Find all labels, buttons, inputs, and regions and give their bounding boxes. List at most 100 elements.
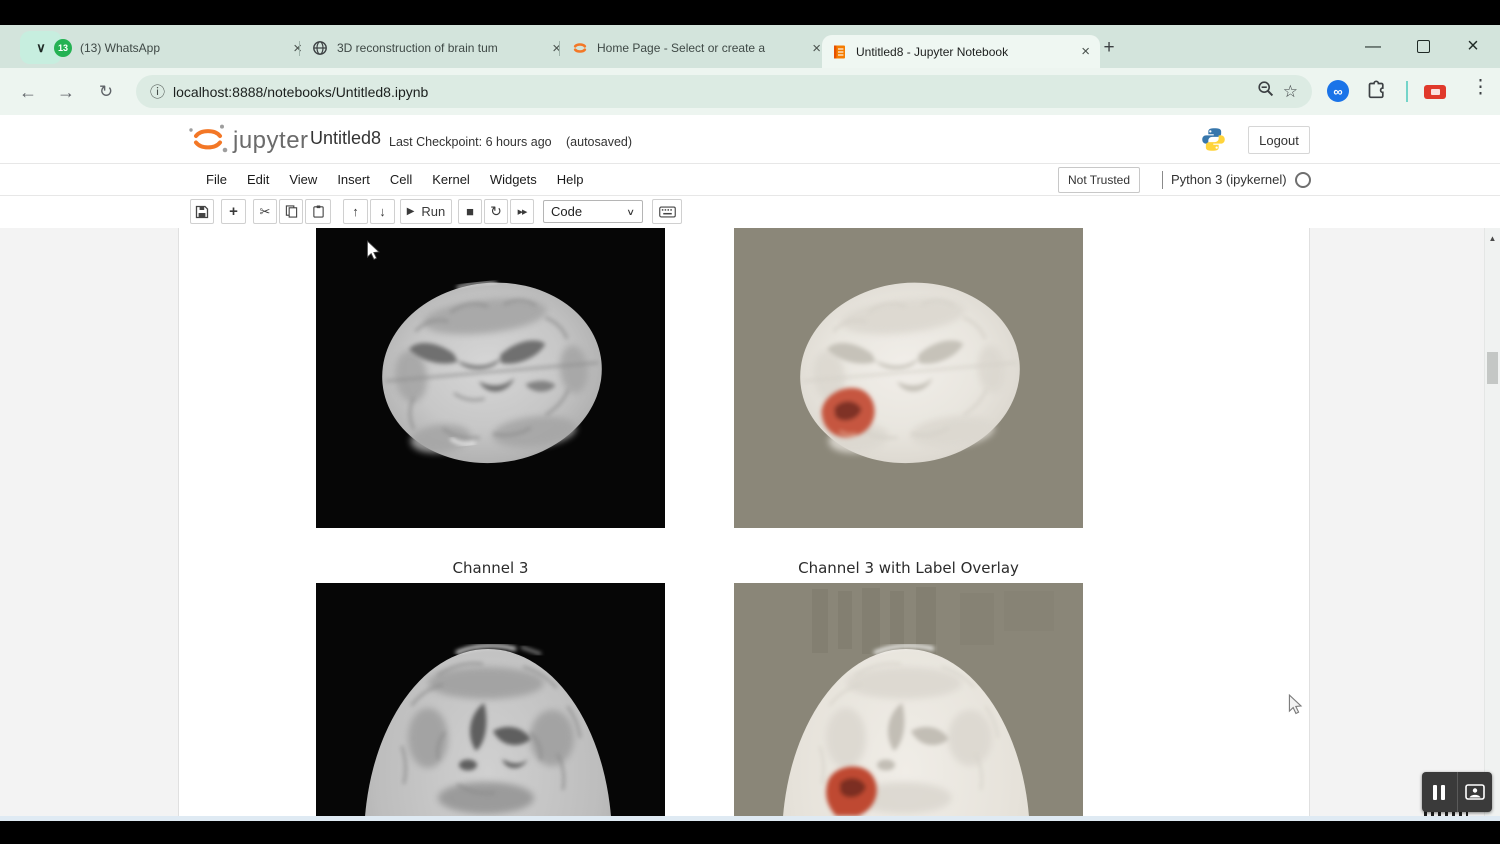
- tab-title: Home Page - Select or create a: [597, 41, 802, 55]
- paste-cell-button[interactable]: [305, 199, 331, 224]
- text-cursor-divider: [1406, 81, 1408, 102]
- notebook-scroll-area[interactable]: Channel 3 Channel 3 with Label Overlay: [0, 228, 1500, 816]
- extension-red-glyph: [1431, 89, 1440, 95]
- forward-button[interactable]: →: [48, 74, 84, 110]
- run-button[interactable]: ▶ Run: [400, 199, 452, 224]
- extension-icon-red[interactable]: [1424, 85, 1446, 99]
- menu-file[interactable]: File: [196, 172, 237, 187]
- chevron-down-icon: ∨: [36, 40, 46, 56]
- restore-button[interactable]: [1399, 25, 1447, 68]
- save-icon: [195, 205, 209, 219]
- fast-forward-icon: ▶▶: [518, 208, 527, 216]
- bottom-edge-strip: [0, 816, 1500, 821]
- screenshot-button[interactable]: [1457, 772, 1493, 812]
- infinity-icon: ∞: [1333, 84, 1342, 99]
- add-cell-button[interactable]: +: [221, 199, 246, 224]
- copy-icon: [285, 205, 298, 218]
- jupyter-logo-icon: [571, 39, 589, 57]
- extension-icon-blue[interactable]: ∞: [1327, 80, 1349, 102]
- restore-icon: [1417, 40, 1430, 53]
- close-tab-icon[interactable]: ×: [1079, 44, 1092, 59]
- move-cell-down-button[interactable]: ↓: [370, 199, 395, 224]
- recorder-overlay: [1422, 772, 1492, 812]
- pause-button[interactable]: [1422, 772, 1457, 812]
- tab-3d-reconstruction[interactable]: 3D reconstruction of brain tum ×: [303, 33, 571, 63]
- autosave-status: (autosaved): [566, 135, 632, 149]
- mri-axial-image: [316, 228, 665, 528]
- new-tab-button[interactable]: +: [1094, 34, 1124, 62]
- tab-untitled8-notebook[interactable]: Untitled8 - Jupyter Notebook ×: [822, 35, 1100, 68]
- menu-help[interactable]: Help: [547, 172, 594, 187]
- close-window-button[interactable]: ×: [1449, 25, 1497, 68]
- menu-insert[interactable]: Insert: [327, 172, 380, 187]
- tab-title: (13) WhatsApp: [80, 41, 283, 55]
- copy-cell-button[interactable]: [279, 199, 303, 224]
- restart-run-all-button[interactable]: ▶▶: [510, 199, 534, 224]
- tab-whatsapp[interactable]: 13 (13) WhatsApp ×: [46, 33, 312, 63]
- command-palette-button[interactable]: [652, 199, 682, 224]
- browser-toolbar: ← → ↻ ⓘ localhost:8888/notebooks/Untitle…: [0, 68, 1500, 115]
- site-info-icon[interactable]: ⓘ: [150, 81, 165, 102]
- jupyter-logo-icon: [188, 123, 228, 155]
- notebook-book-icon: [830, 43, 848, 61]
- keyboard-icon: [659, 206, 676, 218]
- minimize-button[interactable]: —: [1349, 25, 1397, 68]
- save-button[interactable]: [190, 199, 214, 224]
- caption-channel3-overlay: Channel 3 with Label Overlay: [734, 559, 1083, 577]
- scrollbar-thumb[interactable]: [1487, 352, 1498, 384]
- cut-icon: ✂: [260, 205, 271, 218]
- python-logo-icon: [1200, 126, 1227, 158]
- url-text[interactable]: localhost:8888/notebooks/Untitled8.ipynb: [173, 84, 1249, 100]
- divider: [1162, 171, 1163, 189]
- tab-divider: [299, 41, 300, 56]
- menu-kernel[interactable]: Kernel: [422, 172, 480, 187]
- mri-axial-overlay-image: [734, 228, 1083, 528]
- whatsapp-icon: 13: [54, 39, 72, 57]
- play-icon: ▶: [407, 207, 415, 217]
- tab-jupyter-home[interactable]: Home Page - Select or create a ×: [563, 33, 831, 63]
- paste-icon: [312, 205, 325, 218]
- menu-cell[interactable]: Cell: [380, 172, 422, 187]
- tab-title: Untitled8 - Jupyter Notebook: [856, 45, 1071, 59]
- extensions-puzzle-icon[interactable]: [1366, 80, 1387, 106]
- pause-icon: [1433, 785, 1445, 800]
- move-cell-up-button[interactable]: ↑: [343, 199, 368, 224]
- stop-icon: ■: [466, 205, 474, 218]
- address-bar[interactable]: ⓘ localhost:8888/notebooks/Untitled8.ipy…: [136, 75, 1312, 108]
- restart-kernel-button[interactable]: ↻: [484, 199, 508, 224]
- menu-edit[interactable]: Edit: [237, 172, 279, 187]
- reload-button[interactable]: ↻: [88, 74, 124, 110]
- cut-cell-button[interactable]: ✂: [253, 199, 277, 224]
- browser-window: ∨ 13 (13) WhatsApp × 3D reconstruction o…: [0, 25, 1500, 816]
- not-trusted-badge[interactable]: Not Trusted: [1058, 167, 1140, 193]
- checkpoint-status: Last Checkpoint: 6 hours ago: [389, 135, 552, 149]
- zoom-out-icon[interactable]: [1257, 80, 1275, 103]
- tab-strip: ∨ 13 (13) WhatsApp × 3D reconstruction o…: [0, 25, 1500, 68]
- menu-view[interactable]: View: [279, 172, 327, 187]
- cell-type-value: Code: [551, 204, 582, 219]
- kernel-idle-icon: [1295, 172, 1311, 188]
- mri-coronal-overlay-image: [734, 583, 1083, 816]
- browser-menu-icon[interactable]: ⋮: [1466, 76, 1495, 99]
- cell-type-select[interactable]: Code ∨: [543, 200, 643, 223]
- close-tab-icon[interactable]: ×: [550, 41, 563, 56]
- caption-channel3: Channel 3: [316, 559, 665, 577]
- screen: ∨ 13 (13) WhatsApp × 3D reconstruction o…: [0, 0, 1500, 844]
- kernel-name: Python 3 (ipykernel): [1171, 172, 1287, 187]
- logout-button[interactable]: Logout: [1248, 126, 1310, 154]
- jupyter-logo[interactable]: jupyter: [188, 123, 309, 155]
- jupyter-menubar: File Edit View Insert Cell Kernel Widget…: [0, 163, 1500, 196]
- tumor-label-region: [826, 766, 877, 816]
- bookmark-star-icon[interactable]: ☆: [1283, 82, 1298, 102]
- scrollbar-up-icon[interactable]: ▲: [1485, 234, 1500, 243]
- scrollbar[interactable]: ▲: [1484, 228, 1500, 816]
- notebook-container: Channel 3 Channel 3 with Label Overlay: [178, 228, 1310, 816]
- run-label: Run: [421, 204, 445, 219]
- interrupt-kernel-button[interactable]: ■: [458, 199, 482, 224]
- kernel-indicator: Python 3 (ipykernel): [1162, 164, 1311, 195]
- jupyter-toolbar: + ✂ ↑ ↓ ▶ Run ■ ↻ ▶▶ Code ∨: [0, 196, 1500, 228]
- menu-widgets[interactable]: Widgets: [480, 172, 547, 187]
- back-button[interactable]: ←: [10, 74, 46, 110]
- chevron-down-icon: ∨: [626, 206, 635, 217]
- notebook-title[interactable]: Untitled8: [310, 128, 381, 149]
